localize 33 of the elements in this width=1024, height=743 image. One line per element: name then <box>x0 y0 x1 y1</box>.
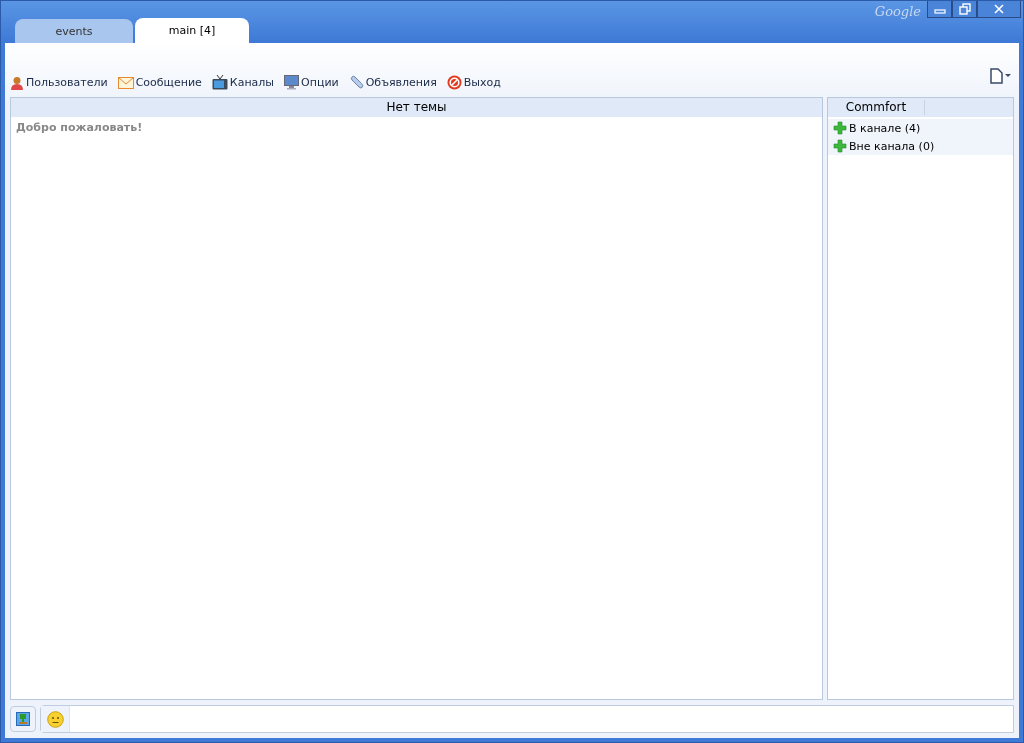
image-button[interactable] <box>10 706 36 732</box>
close-button[interactable] <box>977 1 1021 18</box>
toolbar-button[interactable]: Пользователи <box>10 75 108 90</box>
envelope-icon <box>117 76 134 89</box>
tab[interactable]: main [4] <box>135 18 249 43</box>
user-icon <box>10 75 24 90</box>
toolbar-button[interactable]: Каналы <box>211 75 275 90</box>
monitor-icon <box>284 75 300 90</box>
expand-icon[interactable] <box>833 121 847 135</box>
brand-label: Google <box>874 4 921 19</box>
expand-icon[interactable] <box>833 139 847 153</box>
restore-button[interactable] <box>952 1 977 18</box>
smiley-icon[interactable] <box>46 710 64 728</box>
toolbar-button[interactable]: Сообщение <box>117 75 202 90</box>
paperclip-icon <box>348 75 364 90</box>
no-entry-icon <box>446 75 462 90</box>
message-input[interactable] <box>40 705 1014 733</box>
minimize-button[interactable] <box>927 1 952 18</box>
restore-icon <box>958 3 971 15</box>
tree-group[interactable]: В канале (4) <box>828 119 1013 137</box>
column-header: Commfort <box>828 100 925 115</box>
document-icon <box>990 68 1014 84</box>
tab[interactable]: events <box>15 19 133 43</box>
toolbar-button[interactable]: Выход <box>446 75 501 90</box>
tree-group[interactable]: Вне канала (0) <box>828 137 1013 155</box>
topic-header: Нет темы <box>11 98 822 117</box>
toolbar-button[interactable]: Опции <box>284 75 339 90</box>
toolbar-button[interactable]: Объявления <box>348 75 437 90</box>
close-icon <box>993 4 1005 14</box>
document-menu-button[interactable] <box>990 68 1014 84</box>
tv-icon <box>211 75 228 90</box>
picture-icon <box>16 712 30 726</box>
chat-message: Добро пожаловать! <box>15 120 144 136</box>
